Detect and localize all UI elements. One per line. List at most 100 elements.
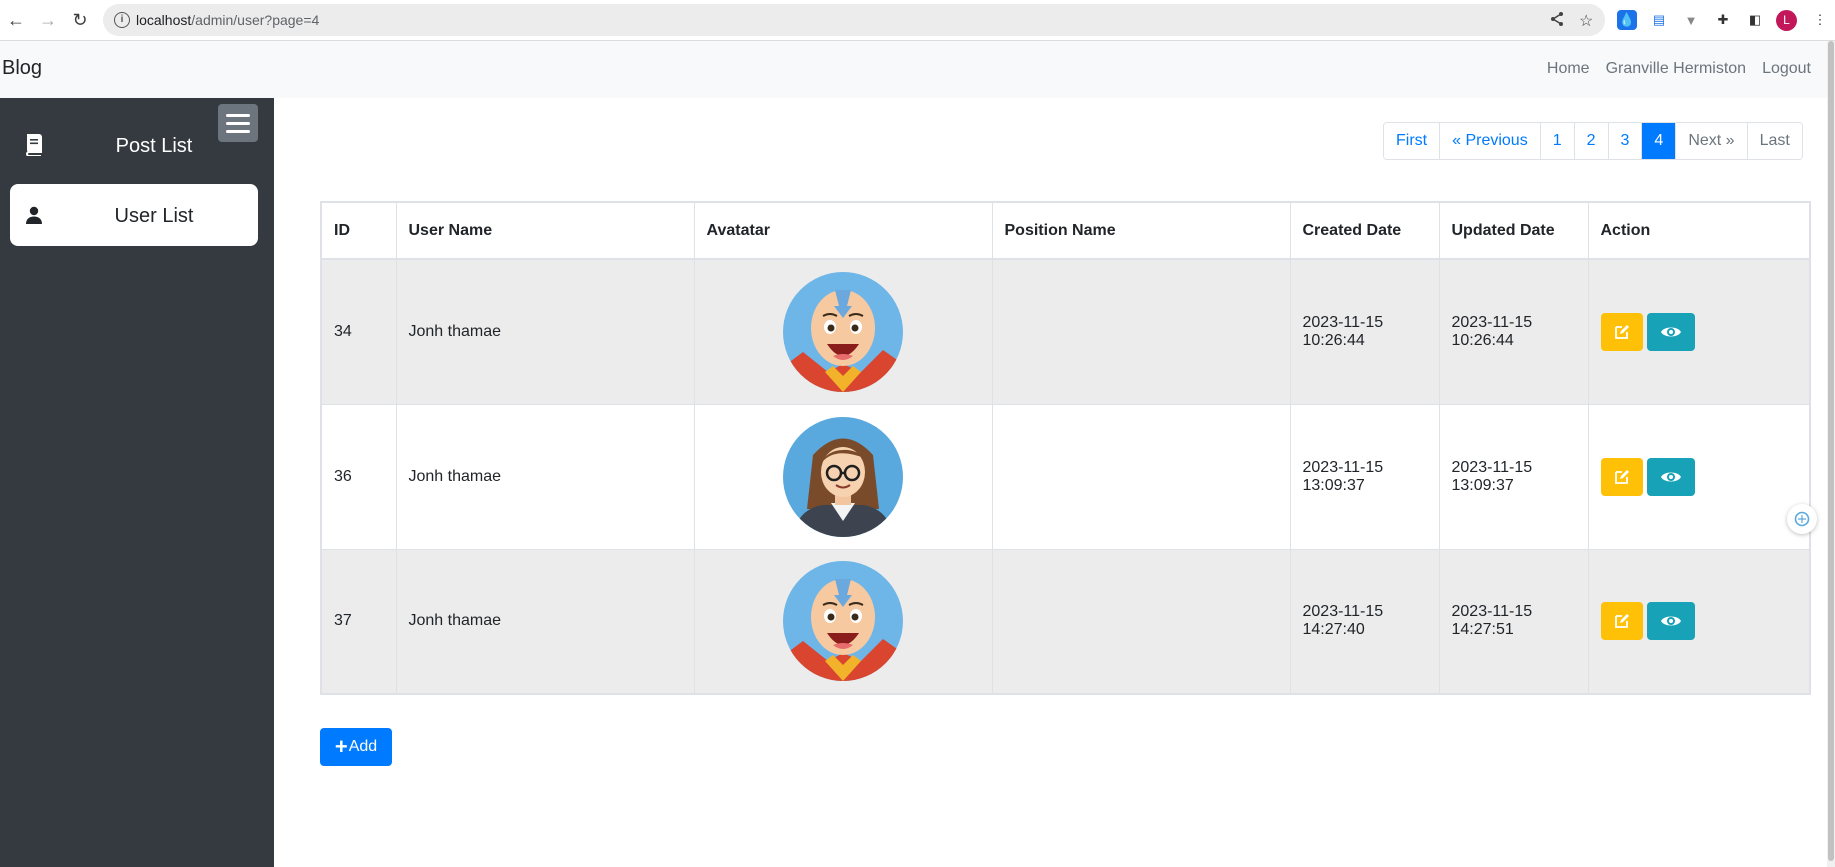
avatar-aang — [783, 271, 903, 392]
sidebar: Post List User List — [0, 98, 274, 867]
sidebar-item-label: User List — [114, 205, 194, 227]
cell-action — [1587, 258, 1811, 405]
plus-icon: + — [334, 734, 348, 759]
created-date: 2023-11-15 — [1302, 313, 1384, 331]
cell-action — [1587, 548, 1811, 695]
table-row: 34 Jonh thamae 2023-11-15 10:26:44 2023-… — [320, 258, 1811, 405]
sidebar-item-post-list[interactable]: Post List — [10, 114, 258, 176]
scrollbar-thumb[interactable] — [1828, 41, 1834, 861]
page-3[interactable]: 3 — [1607, 123, 1642, 159]
extension-screen-icon[interactable]: ▤ — [1649, 10, 1669, 30]
table-header-row: ID User Name Avatatar Position Name Crea… — [320, 201, 1811, 260]
cell-user-name: Jonh thamae — [395, 258, 695, 405]
side-panel-icon[interactable]: ◧ — [1745, 10, 1765, 30]
back-icon[interactable]: ← — [4, 8, 28, 32]
forward-icon[interactable]: → — [36, 8, 60, 32]
page-4-current[interactable]: 4 — [1641, 123, 1676, 159]
sidebar-item-label: Post List — [115, 135, 193, 157]
created-time: 14:27:40 — [1302, 621, 1365, 639]
site-info-icon[interactable]: i — [114, 12, 130, 28]
top-navbar: Blog Home Granville Hermiston Logout — [0, 41, 1827, 98]
nav-home-link[interactable]: Home — [1547, 60, 1590, 78]
view-button[interactable] — [1646, 602, 1695, 641]
share-icon[interactable] — [1549, 11, 1565, 32]
cell-updated-date: 2023-11-15 14:27:51 — [1438, 548, 1589, 695]
url-host: localhost — [136, 12, 192, 28]
assistant-float-icon[interactable] — [1787, 504, 1817, 534]
page-next[interactable]: Next » — [1675, 123, 1747, 159]
updated-time: 14:27:51 — [1451, 621, 1514, 639]
created-date: 2023-11-15 — [1302, 458, 1384, 476]
col-position-name: Position Name — [991, 201, 1291, 260]
updated-date: 2023-11-15 — [1451, 603, 1533, 621]
url-text[interactable]: localhost/admin/user?page=4 — [136, 12, 319, 28]
col-action: Action — [1587, 201, 1811, 260]
address-bar[interactable]: i localhost/admin/user?page=4 ☆ — [103, 4, 1605, 36]
table-row: 37 Jonh thamae 2023-11-15 14:27:40 2023-… — [320, 548, 1811, 695]
cell-id: 36 — [320, 403, 397, 550]
eye-icon — [1660, 472, 1681, 481]
user-icon — [24, 205, 44, 225]
col-created-date: Created Date — [1289, 201, 1440, 260]
cell-created-date: 2023-11-15 14:27:40 — [1289, 548, 1440, 695]
table-row: 36 Jonh thamae 2023-11-15 13:09:37 2023-… — [320, 403, 1811, 550]
updated-date: 2023-11-15 — [1451, 313, 1533, 331]
updated-time: 10:26:44 — [1451, 331, 1514, 349]
add-button-label: Add — [348, 738, 378, 755]
page-2[interactable]: 2 — [1573, 123, 1608, 159]
users-table: ID User Name Avatatar Position Name Crea… — [320, 201, 1811, 695]
cell-action — [1587, 403, 1811, 550]
extension-v-icon[interactable]: ▼ — [1681, 10, 1701, 30]
navbar-links: Home Granville Hermiston Logout — [1531, 60, 1811, 78]
updated-time: 13:09:37 — [1451, 476, 1514, 494]
edit-button[interactable] — [1600, 602, 1643, 641]
updated-date: 2023-11-15 — [1451, 458, 1533, 476]
view-button[interactable] — [1646, 457, 1695, 496]
url-path: /admin/user?page=4 — [191, 12, 320, 28]
extension-drop-icon[interactable]: 💧 — [1617, 10, 1637, 30]
browser-toolbar: ← → ↻ i localhost/admin/user?page=4 ☆ 💧 … — [0, 0, 1835, 41]
cell-user-name: Jonh thamae — [395, 548, 695, 695]
created-date: 2023-11-15 — [1302, 603, 1384, 621]
cell-id: 34 — [320, 258, 397, 405]
page-last[interactable]: Last — [1746, 123, 1802, 159]
reload-icon[interactable]: ↻ — [68, 8, 92, 32]
col-avatar: Avatatar — [693, 201, 993, 260]
puzzle-icon[interactable]: ✚ — [1713, 10, 1733, 30]
cell-id: 37 — [320, 548, 397, 695]
add-user-button[interactable]: + Add — [320, 728, 392, 766]
cell-created-date: 2023-11-15 13:09:37 — [1289, 403, 1440, 550]
page-1[interactable]: 1 — [1539, 123, 1574, 159]
eye-icon — [1660, 616, 1681, 626]
brand-logo[interactable]: Blog — [2, 57, 42, 80]
page-first[interactable]: First — [1384, 123, 1440, 159]
profile-avatar[interactable]: L — [1776, 10, 1797, 31]
col-updated-date: Updated Date — [1438, 201, 1589, 260]
bookmark-star-icon[interactable]: ☆ — [1579, 11, 1593, 31]
cell-position — [991, 548, 1291, 695]
nav-user-link[interactable]: Granville Hermiston — [1606, 60, 1746, 78]
edit-icon — [1614, 469, 1629, 484]
cell-avatar — [693, 258, 993, 405]
cell-position — [991, 258, 1291, 405]
edit-button[interactable] — [1600, 312, 1643, 351]
menu-kebab-icon[interactable]: ⋮ — [1810, 10, 1830, 30]
cell-avatar — [693, 548, 993, 695]
edit-button[interactable] — [1600, 457, 1643, 496]
cell-updated-date: 2023-11-15 10:26:44 — [1438, 258, 1589, 405]
page-scrollbar[interactable] — [1827, 41, 1835, 867]
created-time: 10:26:44 — [1302, 331, 1365, 349]
sidebar-item-user-list[interactable]: User List — [10, 184, 258, 246]
col-user-name: User Name — [395, 201, 695, 260]
book-icon — [24, 134, 44, 156]
page-previous[interactable]: « Previous — [1439, 123, 1540, 159]
edit-icon — [1614, 614, 1629, 629]
view-button[interactable] — [1646, 312, 1695, 351]
nav-logout-link[interactable]: Logout — [1762, 60, 1811, 78]
eye-icon — [1660, 327, 1681, 337]
cell-created-date: 2023-11-15 10:26:44 — [1289, 258, 1440, 405]
col-id: ID — [320, 201, 397, 260]
cell-updated-date: 2023-11-15 13:09:37 — [1438, 403, 1589, 550]
created-time: 13:09:37 — [1302, 476, 1365, 494]
cell-avatar — [693, 403, 993, 550]
